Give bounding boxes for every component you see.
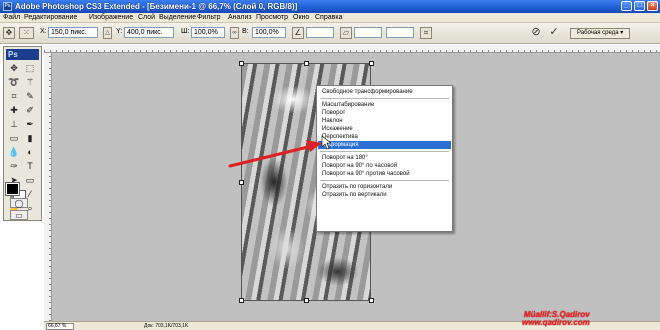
photoshop-logo: Ps	[6, 49, 39, 60]
menu-image[interactable]: Изображение	[89, 14, 133, 21]
window-title: Adobe Photoshop CS3 Extended - [Безимени…	[15, 2, 298, 11]
menu-item-skew[interactable]: Наклон	[318, 117, 451, 125]
menu-separator	[320, 151, 449, 152]
menu-separator	[320, 180, 449, 181]
maximize-button[interactable]: □	[634, 1, 645, 11]
transform-tool-icon[interactable]: ✥	[3, 27, 15, 39]
transform-handle-left[interactable]	[239, 180, 244, 185]
height-field[interactable]: 100,0%	[252, 27, 286, 38]
menu-item-rotate-180[interactable]: Поворот на 180°	[318, 154, 451, 162]
menu-item-scale[interactable]: Масштабирование	[318, 101, 451, 109]
menu-filter[interactable]: Фильтр	[197, 14, 221, 21]
canvas-area: Свободное трансформирование Масштабирова…	[44, 45, 660, 321]
width-label: Ш:	[181, 28, 190, 35]
angle-icon[interactable]: ∠	[292, 27, 304, 39]
reference-point-icon[interactable]: ⁙	[19, 27, 34, 39]
move-tool-icon[interactable]: ✥	[7, 62, 21, 75]
x-field[interactable]: 150,0 пикс.	[48, 27, 98, 38]
screen-mode-icon[interactable]: ▭	[10, 210, 28, 220]
healing-brush-tool-icon[interactable]: ✚	[7, 104, 21, 117]
y-field[interactable]: 400,0 пикс.	[124, 27, 174, 38]
title-bar: Ps Adobe Photoshop CS3 Extended - [Безим…	[0, 0, 660, 13]
relative-position-icon[interactable]: △	[103, 27, 112, 39]
type-tool-icon[interactable]: T	[23, 160, 37, 173]
skew-icon[interactable]: ▱	[340, 27, 352, 39]
photoshop-app-icon: Ps	[3, 2, 12, 11]
y-label: Y:	[116, 28, 123, 35]
photoshop-window: Ps Adobe Photoshop CS3 Extended - [Безим…	[0, 0, 660, 330]
lasso-tool-icon[interactable]: ➰	[7, 76, 21, 89]
menu-select[interactable]: Выделение	[159, 14, 196, 21]
warp-mode-icon[interactable]: ⌗	[420, 27, 432, 39]
transform-handle-bottom-left[interactable]	[239, 298, 244, 303]
vertical-ruler	[44, 53, 52, 321]
crop-tool-icon[interactable]: ⌗	[7, 90, 21, 103]
document-size-info: Док: 703,1K/703,1K	[144, 323, 189, 329]
menu-separator	[320, 98, 449, 99]
menu-item-warp[interactable]: Деформация	[318, 141, 451, 149]
eraser-tool-icon[interactable]: ▭	[7, 132, 21, 145]
blur-tool-icon[interactable]: 💧	[7, 146, 21, 159]
menu-item-flip-horizontal[interactable]: Отразить по горизонтали	[318, 183, 451, 191]
skew-h-field[interactable]	[354, 27, 382, 38]
angle-field[interactable]	[306, 27, 334, 38]
cancel-transform-icon[interactable]: ⊘	[530, 27, 542, 39]
skew-v-field[interactable]	[386, 27, 414, 38]
transform-handle-bottom-right[interactable]	[369, 298, 374, 303]
transform-handle-top[interactable]	[304, 61, 309, 66]
menu-help[interactable]: Справка	[315, 14, 342, 21]
menu-item-flip-vertical[interactable]: Отразить по вертикали	[318, 191, 451, 199]
marquee-tool-icon[interactable]: ⬚	[23, 62, 37, 75]
close-button[interactable]: ×	[647, 1, 658, 11]
menu-item-rotate-90-cw[interactable]: Поворот на 90° по часовой	[318, 162, 451, 170]
pen-tool-icon[interactable]: ✑	[7, 160, 21, 173]
transform-context-menu: Свободное трансформирование Масштабирова…	[316, 85, 453, 232]
foreground-color-swatch[interactable]	[5, 182, 20, 196]
menu-window[interactable]: Окно	[293, 14, 309, 21]
menu-item-rotate-90-ccw[interactable]: Поворот на 90° против часовой	[318, 170, 451, 178]
transform-handle-bottom[interactable]	[304, 298, 309, 303]
menu-item-rotate[interactable]: Поворот	[318, 109, 451, 117]
menu-layer[interactable]: Слой	[138, 14, 155, 21]
commit-transform-icon[interactable]: ✓	[548, 27, 560, 39]
brush-tool-icon[interactable]: ✐	[23, 104, 37, 117]
author-watermark: Müallif:S.Qadirov www.qadirov.com	[522, 311, 590, 327]
dodge-tool-icon[interactable]: ◐	[23, 146, 37, 159]
menu-analysis[interactable]: Анализ	[228, 14, 252, 21]
transform-handle-top-right[interactable]	[369, 61, 374, 66]
slice-tool-icon[interactable]: ✎	[23, 90, 37, 103]
menu-view[interactable]: Просмотр	[256, 14, 288, 21]
options-bar: ✥ ⁙ X: 150,0 пикс. △ Y: 400,0 пикс. Ш: 1…	[0, 23, 660, 44]
menu-file[interactable]: Файл	[3, 14, 20, 21]
history-brush-tool-icon[interactable]: ✒	[23, 118, 37, 131]
quick-mask-icon[interactable]: ◯	[10, 198, 28, 208]
menu-item-perspective[interactable]: Перспектива	[318, 133, 451, 141]
zoom-level-field[interactable]: 66,67 %	[46, 323, 74, 330]
horizontal-ruler	[44, 45, 660, 53]
watermark-site: www.qadirov.com	[522, 318, 590, 327]
menu-bar: Файл Редактирование Изображение Слой Выд…	[0, 13, 660, 23]
menu-item-free-transform[interactable]: Свободное трансформирование	[318, 88, 451, 96]
workspace-button[interactable]: Рабочая среда ▾	[570, 28, 631, 39]
menu-edit[interactable]: Редактирование	[24, 14, 77, 21]
clone-stamp-tool-icon[interactable]: ⊥	[7, 118, 21, 131]
link-proportions-icon[interactable]: ∞	[230, 27, 239, 39]
x-label: X:	[40, 28, 47, 35]
height-label: В:	[242, 28, 249, 35]
transform-handle-top-left[interactable]	[239, 61, 244, 66]
minimize-button[interactable]: _	[621, 1, 632, 11]
width-field[interactable]: 100,0%	[191, 27, 225, 38]
shape-tool-icon[interactable]: ▭	[23, 174, 37, 187]
menu-item-distort[interactable]: Искажение	[318, 125, 451, 133]
gradient-tool-icon[interactable]: ▮	[23, 132, 37, 145]
magic-wand-tool-icon[interactable]: ⚚	[23, 76, 37, 89]
